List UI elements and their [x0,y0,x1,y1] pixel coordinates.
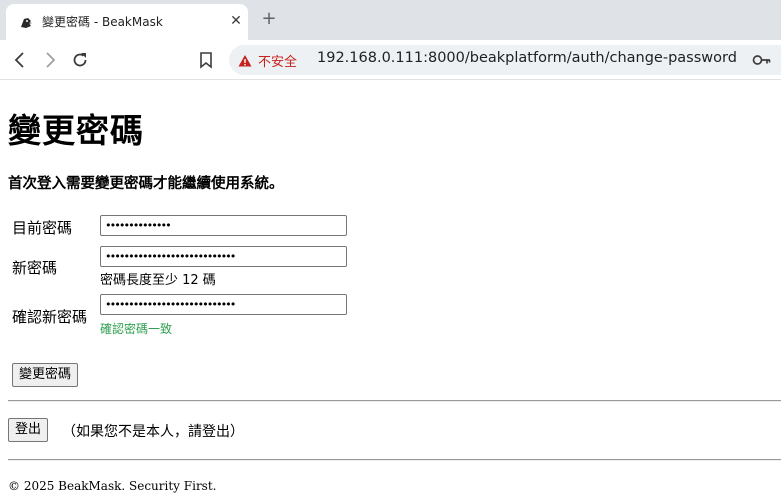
new-password-field[interactable] [100,246,347,267]
security-status-label[interactable]: 不安全 [258,51,297,70]
section-divider [8,400,781,402]
bookmark-icon[interactable] [196,50,216,70]
new-password-label: 新密碼 [12,259,58,277]
page-title: 變更密碼 [8,111,144,150]
logout-note: （如果您不是本人，請登出） [62,424,244,440]
tab-title: 變更密碼 - BeakMask [42,15,163,29]
browser-tab-bar: 變更密碼 - BeakMask ✕ + [0,0,781,40]
browser-tab-active[interactable]: 變更密碼 - BeakMask ✕ [6,4,248,40]
address-bar[interactable]: 不安全 192.168.0.111:8000/beakplatform/auth… [229,45,781,75]
password-length-hint: 密碼長度至少 12 碼 [100,273,216,288]
forward-arrow-icon[interactable] [40,50,60,70]
reload-icon[interactable] [70,50,90,70]
new-tab-plus-icon[interactable]: + [259,8,279,30]
footer-copyright: © 2025 BeakMask. Security First. [8,479,217,493]
back-arrow-icon[interactable] [10,50,30,70]
change-password-button[interactable]: 變更密碼 [12,363,79,387]
browser-toolbar: 不安全 192.168.0.111:8000/beakplatform/auth… [0,40,781,80]
confirm-password-field[interactable] [100,294,347,315]
key-icon[interactable] [752,52,772,68]
current-password-label: 目前密碼 [12,219,73,237]
beakmask-favicon-icon [19,15,33,29]
warning-triangle-icon[interactable] [238,53,252,67]
confirm-password-label: 確認新密碼 [12,308,88,326]
first-login-notice: 首次登入需要變更密碼才能繼續使用系統。 [8,176,284,192]
logout-button[interactable]: 登出 [8,418,49,442]
url-text[interactable]: 192.168.0.111:8000/beakplatform/auth/cha… [317,50,737,66]
footer-divider [8,459,781,461]
password-match-status: 確認密碼一致 [100,322,173,336]
current-password-field[interactable] [100,215,347,236]
tab-close-icon[interactable]: ✕ [228,13,244,29]
